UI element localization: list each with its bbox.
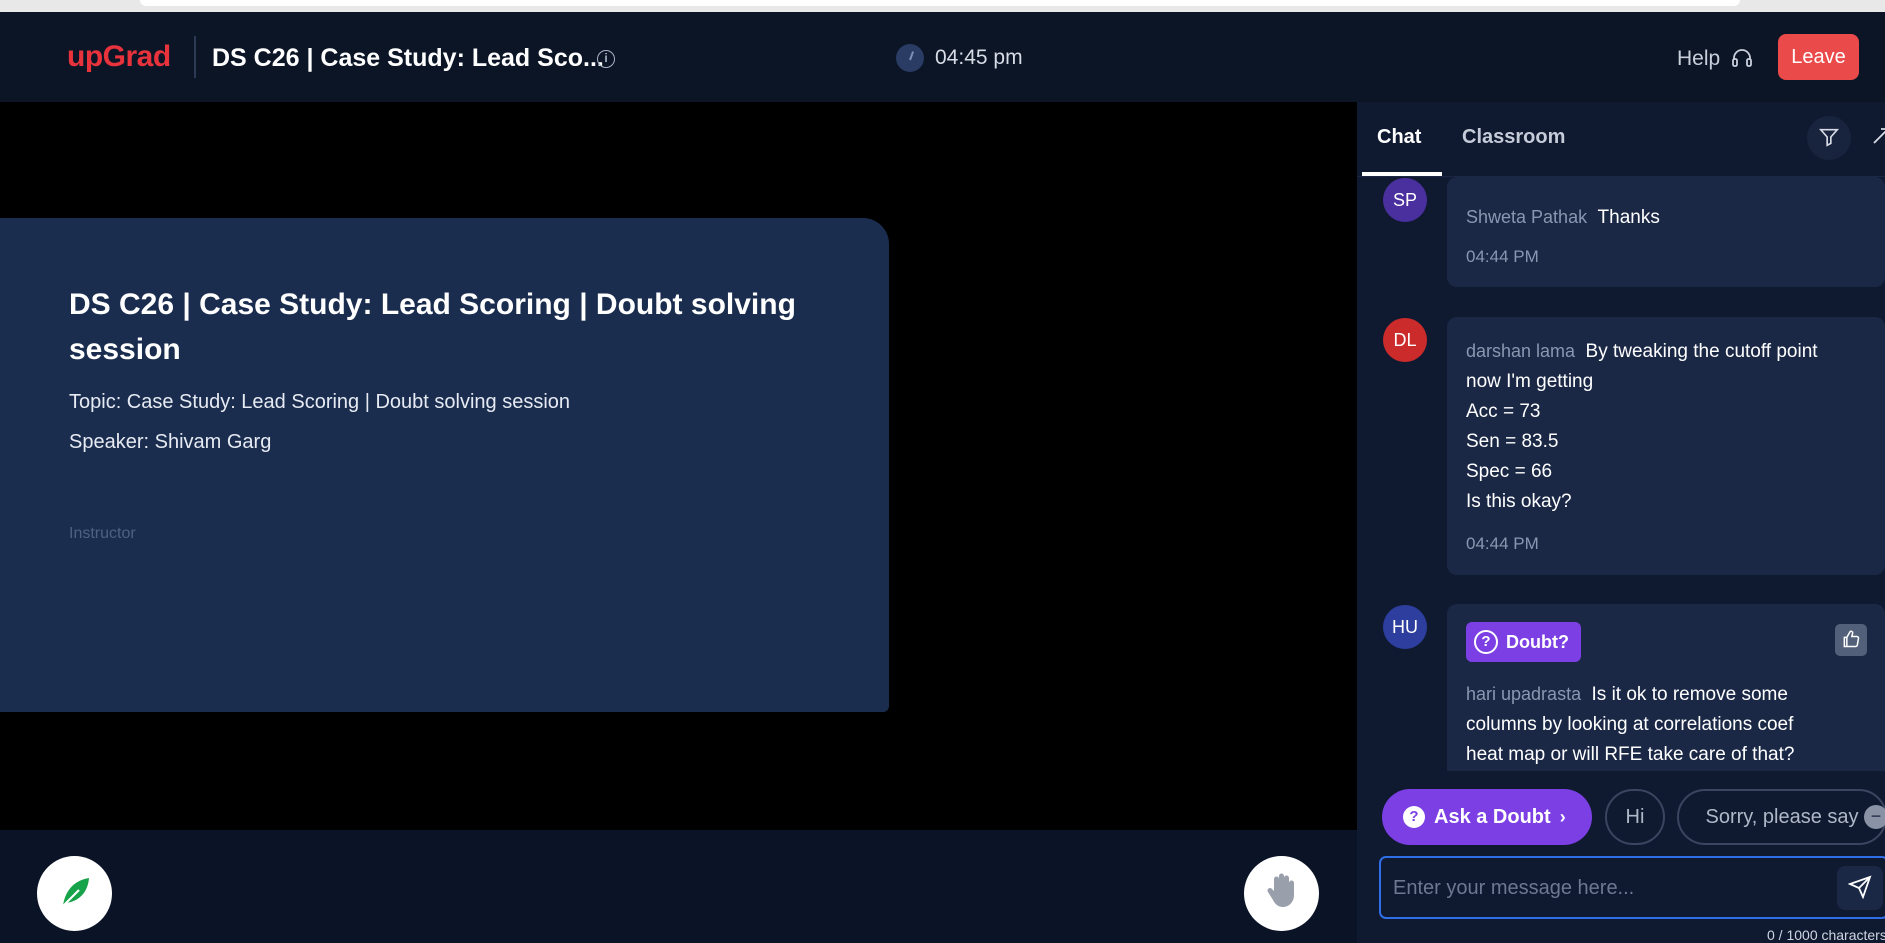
avatar: HU — [1383, 605, 1427, 649]
minus-icon[interactable]: − — [1864, 805, 1885, 829]
question-icon: ? — [1403, 806, 1425, 828]
hand-icon — [1267, 873, 1294, 907]
info-icon[interactable]: i — [597, 50, 615, 68]
message-text: Is it ok to remove some — [1591, 684, 1788, 705]
composer-area: ? Ask a Doubt › Hi Sorry, please say − 0… — [1357, 771, 1885, 943]
doubt-label: Doubt? — [1506, 632, 1569, 652]
chevron-right-icon: › — [1559, 806, 1566, 827]
message-text: Thanks — [1597, 207, 1660, 228]
card-topic: Topic: Case Study: Lead Scoring | Doubt … — [69, 391, 571, 413]
message-text: Sen = 83.5 — [1466, 431, 1559, 452]
message-text: heat map or will RFE take care of that? — [1466, 744, 1795, 765]
avatar: DL — [1383, 318, 1427, 362]
message-text: columns by looking at correlations coef — [1466, 714, 1794, 735]
doubt-badge: ? Doubt? — [1466, 622, 1581, 662]
header-divider — [194, 36, 196, 78]
leaf-icon — [61, 878, 89, 907]
ask-doubt-button[interactable]: ? Ask a Doubt › — [1382, 789, 1592, 845]
message-time: 04:44 PM — [1466, 247, 1539, 266]
quick-reply-sorry[interactable]: Sorry, please say — [1677, 789, 1885, 845]
help-link[interactable]: Help — [1677, 47, 1720, 71]
ask-doubt-label: Ask a Doubt — [1434, 805, 1551, 828]
expand-icon[interactable] — [1871, 126, 1885, 146]
header-bar: upGrad DS C26 | Case Study: Lead Sco... … — [0, 12, 1885, 102]
tab-classroom[interactable]: Classroom — [1462, 126, 1565, 149]
send-button[interactable] — [1837, 866, 1883, 910]
raise-hand-button[interactable] — [1244, 856, 1319, 931]
leave-button[interactable]: Leave — [1778, 34, 1859, 80]
message-composer — [1379, 856, 1885, 919]
tab-chat[interactable]: Chat — [1377, 126, 1421, 149]
leaf-button[interactable] — [37, 856, 112, 931]
message-text: now I'm getting — [1466, 371, 1594, 392]
footer-bar — [0, 830, 1357, 943]
video-stage: DS C26 | Case Study: Lead Scoring | Doub… — [0, 102, 1357, 830]
avatar: SP — [1383, 178, 1427, 222]
message-text: Spec = 66 — [1466, 461, 1553, 482]
card-speaker: Speaker: Shivam Garg — [69, 431, 272, 453]
chat-panel: Chat Classroom SP Shweta Pathak Thanks 0… — [1357, 102, 1885, 943]
thumbs-up-icon — [1843, 630, 1860, 647]
session-title: DS C26 | Case Study: Lead Sco... — [212, 44, 604, 72]
headset-icon[interactable] — [1730, 46, 1754, 70]
clock-icon — [896, 44, 924, 72]
question-icon: ? — [1474, 630, 1498, 654]
session-time: 04:45 pm — [935, 46, 1023, 69]
chat-message: darshan lama By tweaking the cutoff poin… — [1447, 317, 1885, 575]
send-icon — [1847, 875, 1872, 899]
character-count: 0 / 1000 characters — [1767, 927, 1885, 943]
upgrad-logo[interactable]: upGrad — [67, 40, 171, 74]
message-author: hari upadrasta — [1466, 684, 1582, 704]
session-info-card: DS C26 | Case Study: Lead Scoring | Doub… — [0, 218, 889, 712]
card-title: DS C26 | Case Study: Lead Scoring | Doub… — [69, 288, 796, 366]
quick-reply-hi[interactable]: Hi — [1605, 789, 1665, 845]
message-text: By tweaking the cutoff point — [1585, 341, 1818, 362]
card-role: Instructor — [69, 525, 136, 542]
upvote-button[interactable] — [1835, 624, 1867, 656]
message-text: Acc = 73 — [1466, 401, 1541, 422]
message-author: darshan lama — [1466, 341, 1576, 361]
message-input[interactable] — [1393, 872, 1813, 904]
filter-button[interactable] — [1807, 116, 1851, 160]
address-bar-edge — [140, 0, 1740, 6]
message-text: Is this okay? — [1466, 491, 1572, 512]
chat-message: Shweta Pathak Thanks 04:44 PM — [1447, 177, 1885, 287]
message-time: 04:44 PM — [1466, 534, 1539, 553]
browser-strip — [0, 0, 1885, 12]
message-author: Shweta Pathak — [1466, 207, 1588, 227]
filter-icon — [1818, 128, 1840, 147]
